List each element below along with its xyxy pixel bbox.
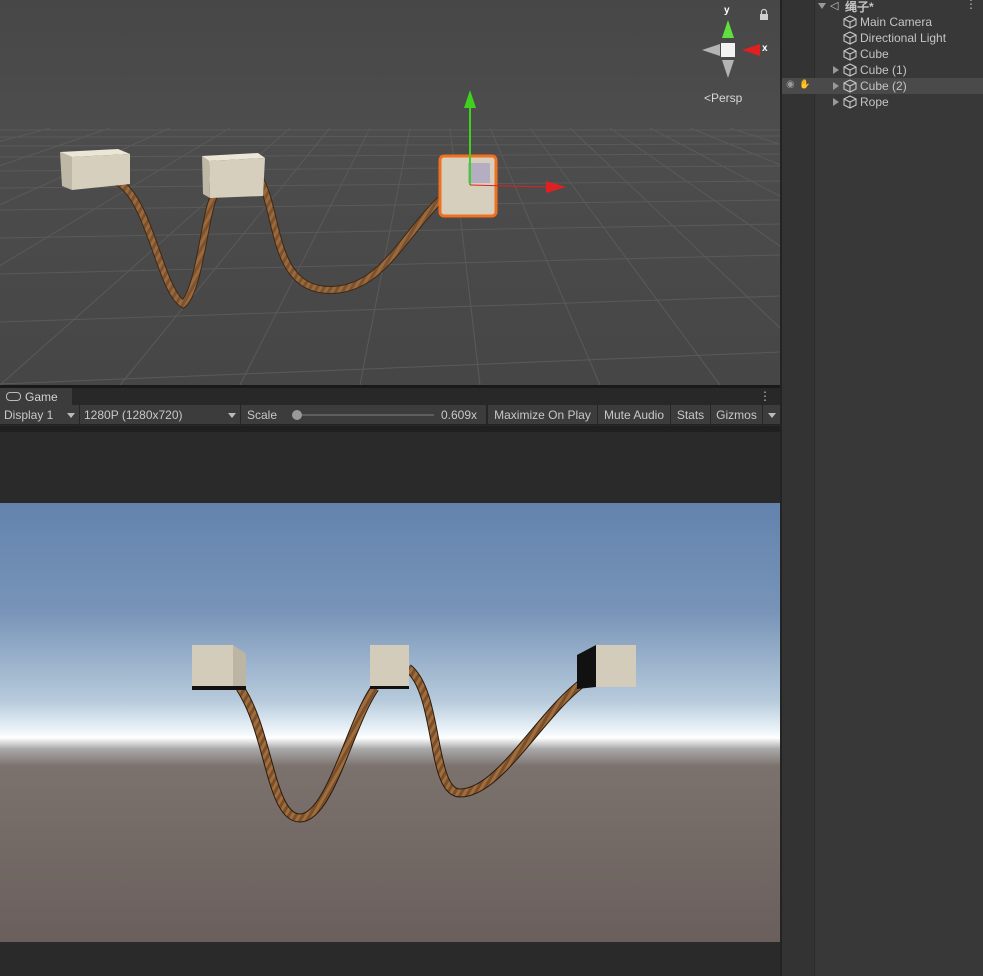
- game-view[interactable]: [0, 426, 780, 976]
- gameobject-cube-icon: [843, 15, 857, 29]
- scene-cube-2-selected[interactable]: [438, 154, 498, 218]
- gameobject-cube-icon: [843, 63, 857, 77]
- stats-toggle[interactable]: Stats: [671, 405, 711, 425]
- maximize-on-play-label: Maximize On Play: [494, 408, 591, 422]
- gizmo-y-label: y: [724, 5, 730, 16]
- hierarchy-item[interactable]: Cube: [782, 46, 983, 62]
- game-cube-2: [577, 645, 636, 689]
- mute-audio-label: Mute Audio: [603, 408, 665, 422]
- game-cube-1: [370, 645, 409, 689]
- scene-cube-1[interactable]: [202, 153, 265, 198]
- hierarchy-item-label: Directional Light: [860, 31, 947, 45]
- tab-game-label: Game: [25, 389, 58, 404]
- maximize-on-play-toggle[interactable]: Maximize On Play: [487, 405, 598, 425]
- gizmos-dropdown[interactable]: [763, 405, 780, 425]
- plane-handle[interactable]: [468, 163, 490, 183]
- game-toolbar: Display 1 1280P (1280x720) Scale 0.609x …: [0, 405, 780, 425]
- unity-scene-icon: ◁: [830, 0, 839, 12]
- scene-view[interactable]: y x <Persp: [0, 0, 780, 385]
- hierarchy-item[interactable]: ◉ ✋ Cube (2): [782, 78, 983, 94]
- hierarchy-item-label: Rope: [860, 95, 889, 109]
- game-cube: [192, 645, 246, 690]
- more-options-icon[interactable]: ⋮: [759, 390, 771, 403]
- hierarchy-item[interactable]: Directional Light: [782, 30, 983, 46]
- scene-menu-icon[interactable]: ⋮: [965, 0, 977, 11]
- hierarchy-item[interactable]: Main Camera: [782, 14, 983, 30]
- resolution-dropdown[interactable]: 1280P (1280x720): [80, 405, 241, 425]
- hierarchy-item-label: Main Camera: [860, 15, 933, 29]
- game-tab-bar: Game ⋮: [0, 388, 780, 405]
- gizmo-x-label: x: [762, 43, 768, 54]
- skybox: [0, 503, 780, 942]
- display-dropdown[interactable]: Display 1: [0, 405, 80, 425]
- pickable-hand-icon[interactable]: ✋: [799, 79, 810, 90]
- tab-game[interactable]: Game: [0, 388, 72, 405]
- chevron-down-icon[interactable]: [818, 3, 826, 9]
- gizmos-label: Gizmos: [716, 408, 757, 422]
- scene-name: 绳子*: [845, 0, 874, 14]
- resolution-label: 1280P (1280x720): [84, 408, 183, 422]
- hierarchy-item-label: Cube (2): [860, 79, 907, 93]
- game-view-top-strip: [0, 426, 780, 432]
- hierarchy-panel: ◁ 绳子* ⋮ Main Camera Directional Light Cube…: [780, 0, 983, 976]
- hierarchy-item[interactable]: Rope: [782, 94, 983, 110]
- gameobject-cube-icon: [843, 95, 857, 109]
- chevron-down-icon: [768, 413, 776, 418]
- projection-toggle[interactable]: <Persp: [704, 91, 742, 105]
- chevron-down-icon: [228, 413, 236, 418]
- scene-background: [0, 0, 780, 385]
- scale-value: 0.609x: [441, 408, 478, 422]
- scene-cube[interactable]: [60, 149, 130, 190]
- scene-header[interactable]: ◁ 绳子* ⋮: [782, 0, 983, 14]
- gameobject-cube-icon: [843, 31, 857, 45]
- scale-label: Scale: [247, 408, 278, 422]
- game-render[interactable]: [0, 503, 780, 942]
- gameobject-cube-icon: [843, 47, 857, 61]
- visibility-eye-icon[interactable]: ◉: [786, 79, 795, 90]
- scale-slider-track[interactable]: [292, 414, 434, 416]
- hierarchy-gutter: [782, 0, 815, 976]
- scene-canvas[interactable]: [0, 0, 780, 385]
- chevron-right-icon[interactable]: [833, 98, 839, 106]
- hierarchy-item-label: Cube (1): [860, 63, 907, 77]
- gizmos-toggle[interactable]: Gizmos: [711, 405, 763, 425]
- chevron-right-icon[interactable]: [833, 66, 839, 74]
- gamepad-icon: [6, 392, 21, 401]
- display-label: Display 1: [4, 408, 54, 422]
- chevron-right-icon[interactable]: [833, 82, 839, 90]
- gameobject-cube-icon: [843, 79, 857, 93]
- hierarchy-item-label: Cube: [860, 47, 889, 61]
- stats-label: Stats: [676, 408, 705, 422]
- chevron-down-icon: [67, 413, 75, 418]
- mute-audio-toggle[interactable]: Mute Audio: [598, 405, 671, 425]
- hierarchy-item[interactable]: Cube (1): [782, 62, 983, 78]
